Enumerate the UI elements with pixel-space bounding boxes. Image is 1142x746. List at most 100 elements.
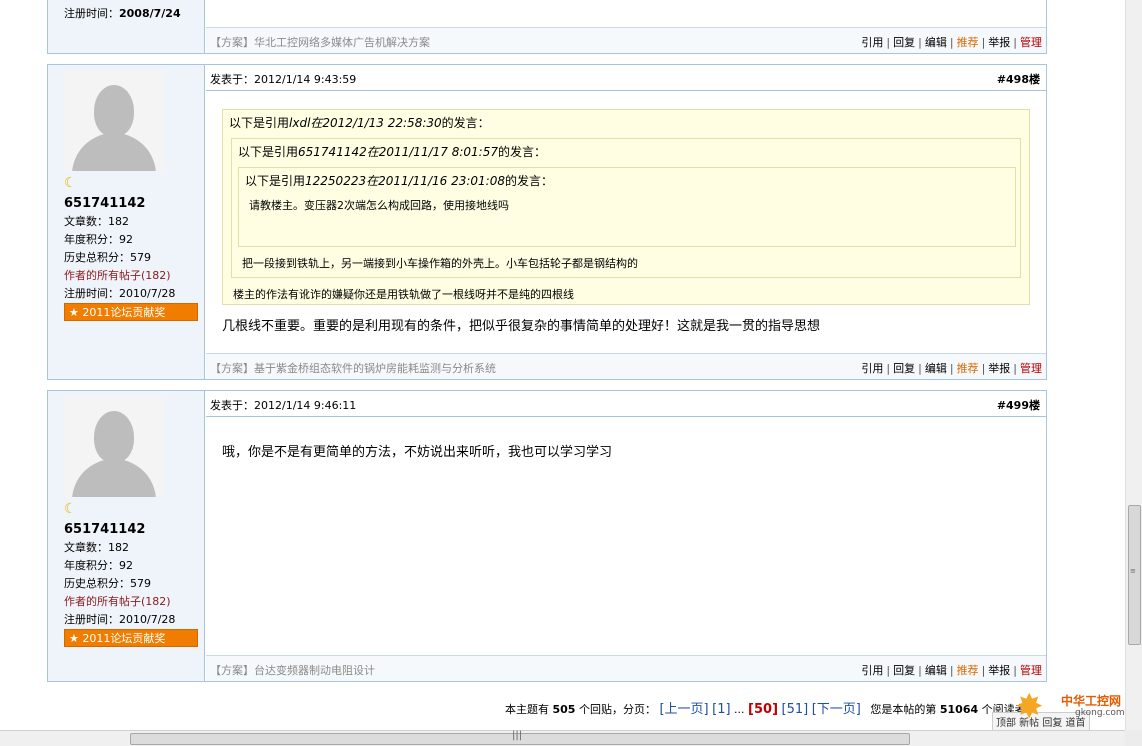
- quote-link[interactable]: 引用: [861, 36, 883, 49]
- reply-link[interactable]: 回复: [893, 664, 915, 677]
- scroll-grip-icon: ≡: [1130, 567, 1136, 575]
- quote-level-3: 以下是引用12250223在2011/11/16 23:01:08的发言： 请教…: [238, 167, 1016, 247]
- article-count: 文章数：182: [64, 215, 129, 228]
- author-panel: ☾ 651741142 文章数：182 年度积分：92 历史总积分：579 作者…: [48, 391, 205, 681]
- avatar-shoulders-shape: [72, 133, 156, 171]
- register-date: 注册时间：2010/7/28: [64, 613, 176, 626]
- quote-text: 把一段接到铁轨上，另一端接到小车操作箱的外壳上。小车包括轮子都是钢结构的: [242, 257, 638, 270]
- all-posts-link[interactable]: 作者的所有帖子(182): [64, 593, 175, 611]
- separator: |: [886, 664, 891, 677]
- post-body: 哦，你是不是有更简单的方法，不妨说出来听听，我也可以学习学习: [222, 445, 613, 460]
- post-actions: 引用 | 回复 | 编辑 | 推荐 | 举报 | 管理: [861, 360, 1042, 376]
- visitor-prefix: 您是本帖的第: [870, 703, 937, 716]
- quote-link[interactable]: 引用: [861, 362, 883, 375]
- separator: |: [949, 664, 954, 677]
- post-498: ☾ 651741142 文章数：182 年度积分：92 历史总积分：579 作者…: [47, 64, 1047, 380]
- post-actions: 引用 | 回复 | 编辑 | 推荐 | 举报 | 管理: [861, 662, 1042, 678]
- reply-link[interactable]: 回复: [893, 362, 915, 375]
- all-posts-link[interactable]: 作者的所有帖子(182): [64, 267, 175, 285]
- moon-icon: ☾: [64, 501, 77, 517]
- scrollbar-corner: [1125, 730, 1142, 746]
- post-main: 发表于：2012/1/14 9:43:59 #498楼 以下是引用lxdl在20…: [206, 65, 1046, 379]
- edit-link[interactable]: 编辑: [925, 362, 947, 375]
- reg-label: 注册时间：: [64, 7, 119, 20]
- quote-header: 以下是引用12250223在2011/11/16 23:01:08的发言：: [245, 174, 553, 188]
- avatar-head-shape: [94, 411, 134, 463]
- floor-number: #498楼: [996, 73, 1040, 86]
- next-page-link[interactable]: [下一页]: [812, 702, 861, 717]
- pagination-bar: 本主题有 505 个回贴，分页： [上一页] [1] ... [50] [51]…: [505, 698, 1026, 717]
- post-header: 发表于：2012/1/14 9:43:59 #498楼: [206, 65, 1046, 91]
- manage-link[interactable]: 管理: [1020, 362, 1042, 375]
- separator: |: [1013, 664, 1017, 677]
- current-page: [50]: [748, 702, 779, 717]
- author-panel: ☾ 651741142 文章数：182 年度积分：92 历史总积分：579 作者…: [48, 65, 205, 379]
- pager-mid: 个回贴，分页：: [578, 703, 656, 716]
- separator: |: [981, 362, 986, 375]
- recommend-link[interactable]: 推荐: [957, 36, 979, 49]
- author-info: 651741142 文章数：182 年度积分：92 历史总积分：579 作者的所…: [64, 195, 175, 303]
- post-footer: 【方案】台达变频器制动电阻设计 引用 | 回复 | 编辑 | 推荐 | 举报 | 管理: [206, 655, 1046, 681]
- separator: |: [981, 664, 986, 677]
- recommend-link[interactable]: 推荐: [957, 664, 979, 677]
- report-link[interactable]: 举报: [988, 36, 1010, 49]
- vertical-scrollbar[interactable]: ≡: [1125, 0, 1142, 730]
- post-actions: 引用 | 回复 | 编辑 | 推荐 | 举报 | 管理: [861, 34, 1042, 50]
- manage-link[interactable]: 管理: [1020, 664, 1042, 677]
- author-name[interactable]: 651741142: [64, 521, 175, 539]
- floor-number: #499楼: [996, 399, 1040, 412]
- signature-link[interactable]: 【方案】台达变频器制动电阻设计: [210, 662, 375, 678]
- horizontal-scrollbar[interactable]: |||: [0, 730, 1125, 746]
- watermark-url: gkong.com: [1075, 708, 1125, 718]
- posted-time: 发表于：2012/1/14 9:46:11: [210, 399, 357, 412]
- article-count: 文章数：182: [64, 541, 129, 554]
- post-footer: 【方案】基于紫金桥组态软件的锅炉房能耗监测与分析系统 引用 | 回复 | 编辑 | 推荐 | 举…: [206, 353, 1046, 379]
- award-badge: ★ 2011论坛贡献奖: [64, 629, 198, 647]
- prev-page-link[interactable]: [上一页]: [659, 702, 708, 717]
- signature-link[interactable]: 【方案】华北工控网络多媒体广告机解决方案: [210, 34, 430, 50]
- quote-level-2: 以下是引用651741142在2011/11/17 8:01:57的发言： 以下…: [231, 138, 1021, 278]
- quote-link[interactable]: 引用: [861, 664, 883, 677]
- reply-link[interactable]: 回复: [893, 36, 915, 49]
- post-previous: 注册时间：2008/7/24 【方案】华北工控网络多媒体广告机解决方案 引用 | 回…: [47, 0, 1047, 54]
- quote-header: 以下是引用lxdl在2012/1/13 22:58:30的发言：: [229, 116, 490, 130]
- post-main: 发表于：2012/1/14 9:46:11 #499楼 哦，你是不是有更简单的方…: [206, 391, 1046, 681]
- avatar-head-shape: [94, 85, 134, 137]
- pager-ellipsis: ...: [734, 703, 745, 716]
- post-header: 发表于：2012/1/14 9:46:11 #499楼: [206, 391, 1046, 417]
- award-badge: ★ 2011论坛贡献奖: [64, 303, 198, 321]
- register-date: 注册时间：2010/7/28: [64, 287, 176, 300]
- reply-count: 505: [552, 703, 576, 716]
- avatar[interactable]: [64, 397, 164, 497]
- post-body: 几根线不重要。重要的是利用现有的条件，把似乎很复杂的事情简单的处理好！这就是我一…: [222, 319, 821, 334]
- author-panel: 注册时间：2008/7/24: [48, 0, 205, 53]
- edit-link[interactable]: 编辑: [925, 664, 947, 677]
- history-points: 历史总积分：579: [64, 577, 151, 590]
- pager-prefix: 本主题有: [505, 703, 549, 716]
- report-link[interactable]: 举报: [988, 664, 1010, 677]
- quote-text: 楼主的作法有讹诈的嫌疑你还是用铁轨做了一根线呀并不是纯的四根线: [233, 288, 574, 301]
- vertical-scroll-thumb[interactable]: [1128, 505, 1141, 645]
- quote-text: 请教楼主。变压器2次端怎么构成回路，使用接地线吗: [249, 199, 509, 212]
- separator: |: [918, 664, 922, 677]
- signature-link[interactable]: 【方案】基于紫金桥组态软件的锅炉房能耗监测与分析系统: [210, 360, 496, 376]
- annual-points: 年度积分：92: [64, 559, 133, 572]
- history-points: 历史总积分：579: [64, 251, 151, 264]
- recommend-link[interactable]: 推荐: [957, 362, 979, 375]
- manage-link[interactable]: 管理: [1020, 36, 1042, 49]
- post-footer: 【方案】华北工控网络多媒体广告机解决方案 引用 | 回复 | 编辑 | 推荐 | 举报 | 管理: [206, 27, 1046, 53]
- avatar[interactable]: [64, 71, 164, 171]
- separator: |: [1013, 36, 1017, 49]
- star-logo-icon: ✸: [1015, 687, 1044, 727]
- post-499: ☾ 651741142 文章数：182 年度积分：92 历史总积分：579 作者…: [47, 390, 1047, 682]
- page-51-link[interactable]: [51]: [782, 702, 809, 717]
- reg-date: 2008/7/24: [119, 7, 181, 20]
- moon-icon: ☾: [64, 175, 77, 191]
- edit-link[interactable]: 编辑: [925, 36, 947, 49]
- forum-page: 注册时间：2008/7/24 【方案】华北工控网络多媒体广告机解决方案 引用 | 回…: [0, 0, 1125, 730]
- author-name[interactable]: 651741142: [64, 195, 175, 213]
- separator: |: [949, 362, 954, 375]
- report-link[interactable]: 举报: [988, 362, 1010, 375]
- separator: |: [949, 36, 954, 49]
- page-1-link[interactable]: [1]: [712, 702, 730, 717]
